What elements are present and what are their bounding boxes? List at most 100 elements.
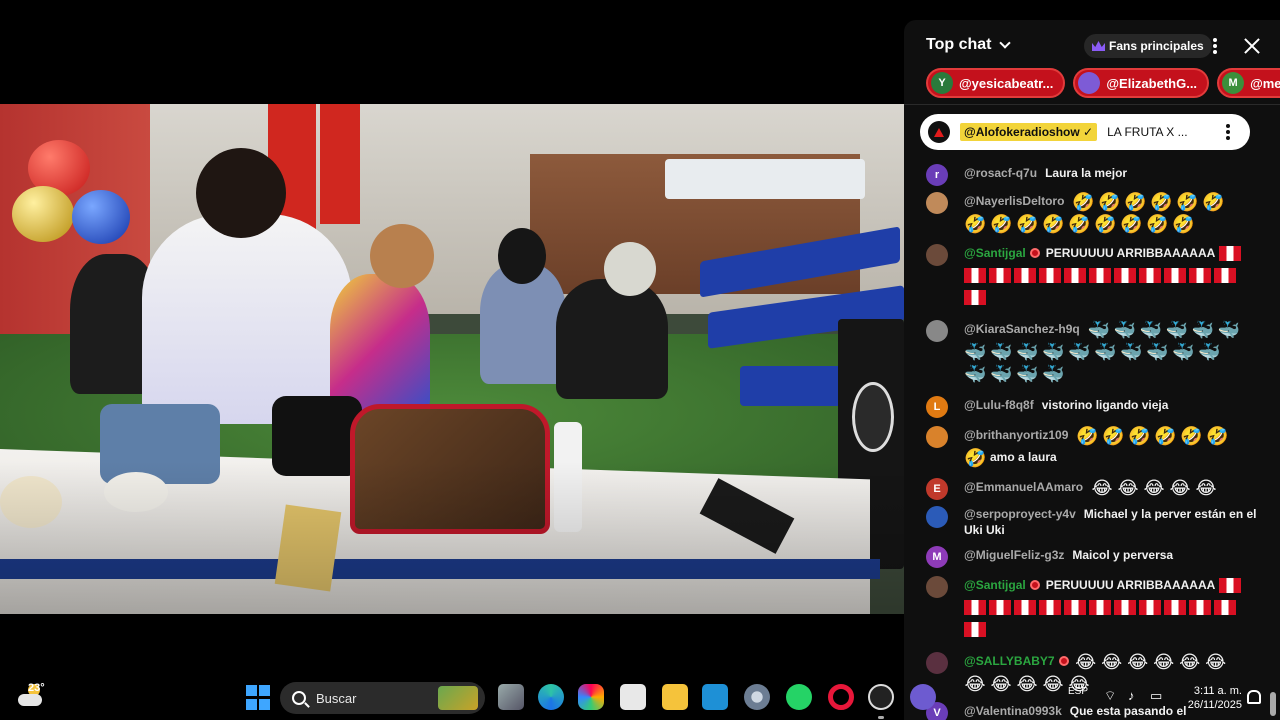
taskbar-search[interactable]: Buscar [280,682,485,714]
grinning-emoji-icon: 😂 [1153,651,1175,672]
store-icon[interactable] [620,684,646,710]
avatar: M [1222,72,1245,94]
avatar: E [926,478,948,500]
video-player[interactable] [0,104,904,614]
blue-emoji-icon: 🐳 [1172,341,1195,362]
rofl-emoji-icon: 🤣 [964,213,987,234]
battery-icon[interactable]: ▭ [1150,688,1162,704]
blue-emoji-icon: 🐳 [1191,319,1215,340]
peru-flag-icon [1164,600,1186,616]
message-text: PERUUUUU ARRIBBAAAAAA [1045,246,1216,260]
blue-emoji-icon: 🐳 [1198,341,1221,362]
top-fans-button[interactable]: Fans principales [1084,34,1212,58]
blue-emoji-icon: 🐳 [990,363,1013,384]
rofl-emoji-icon: 🤣 [1150,191,1173,212]
notification-bell-icon[interactable] [1247,690,1261,704]
message-author[interactable]: @SALLYBABY7 [964,654,1055,668]
file-explorer-icon[interactable] [662,684,688,710]
obs-icon[interactable] [868,684,894,710]
blue-emoji-icon: 🐳 [964,363,987,384]
settings-gear-icon[interactable] [744,684,770,710]
peru-flag-icon [1218,578,1241,594]
message-author[interactable]: @Santijgal [964,246,1026,260]
message-author[interactable]: @Lulu-f8q8f [964,398,1034,412]
grinning-emoji-icon: 😂 [1117,477,1139,498]
blue-emoji-icon: 🐳 [1139,319,1163,340]
copilot-icon[interactable] [578,684,604,710]
cloud-icon [18,694,42,706]
more-options-icon[interactable] [1213,38,1217,54]
peru-flag-icon [1039,268,1061,284]
message-author[interactable]: @EmmanuelAAmaro [964,480,1083,494]
message-author[interactable]: @KiaraSanchez-h9q [964,322,1080,336]
task-view-icon[interactable] [498,684,524,710]
member-badge-icon [1058,656,1069,666]
chat-mode-dropdown[interactable]: Top chat [926,36,1012,54]
ticker-name: @yesicabeatr... [959,75,1054,91]
message-author[interactable]: @NayerlisDeltoro [964,194,1064,208]
rofl-emoji-icon: 🤣 [1016,213,1039,234]
volume-icon[interactable]: ♪ [1128,688,1135,703]
member-badge-icon [1029,580,1040,590]
live-chat-panel: Top chat Fans principales Y @yesicabeatr… [904,20,1280,720]
rofl-emoji-icon: 🤣 [1102,425,1125,446]
peru-flag-icon [989,600,1011,616]
message-author[interactable]: @serpoproyect-y4v [964,507,1076,521]
ticker-item[interactable]: Y @yesicabeatr... [926,68,1066,98]
message-author[interactable]: @MiguelFeliz-g3z [964,548,1064,562]
pinned-message[interactable]: @Alofokeradioshow ✓ LA FRUTA X ... [920,114,1250,150]
opera-icon[interactable] [828,684,854,710]
close-icon[interactable] [1242,36,1262,56]
channel-avatar [928,121,950,143]
blue-emoji-icon: 🐳 [1042,363,1065,384]
windows-start-icon[interactable] [246,685,272,711]
system-clock[interactable]: 3:11 a. m. 26/11/2025 [1178,684,1242,712]
peru-flag-icon [964,290,986,306]
screen: Top chat Fans principales Y @yesicabeatr… [0,0,1280,720]
ticker-item[interactable]: @ElizabethG... [1073,68,1210,98]
header-divider [904,104,1280,105]
peru-flag-icon [1189,600,1211,616]
language-indicator[interactable]: ESP [1068,686,1088,697]
pinned-more-icon[interactable] [1226,124,1230,140]
whatsapp-icon[interactable] [786,684,812,710]
discord-icon[interactable] [910,684,936,710]
rofl-emoji-icon: 🤣 [1154,425,1177,446]
avatar [926,192,948,214]
blue-emoji-icon: 🐳 [964,341,987,362]
grinning-emoji-icon: 😂 [1195,477,1217,498]
rofl-emoji-icon: 🤣 [1098,191,1121,212]
peru-flag-icon [1189,268,1211,284]
rofl-emoji-icon: 🤣 [990,213,1013,234]
rofl-emoji-icon: 🤣 [1202,191,1225,212]
grinning-emoji-icon: 😂 [1205,651,1227,672]
peru-flag-icon [964,600,986,616]
member-badge-icon [1029,248,1040,258]
chevron-down-icon [999,37,1012,49]
wifi-icon[interactable]: ⌔ [1104,688,1116,704]
peru-flag-icon [989,268,1011,284]
message-author[interactable]: @brithanyortiz109 [964,428,1068,442]
search-label: Buscar [316,690,357,706]
app-icon[interactable] [702,684,728,710]
rofl-emoji-icon: 🤣 [1068,213,1091,234]
blue-emoji-icon: 🐳 [1042,341,1065,362]
pinned-author: @Alofokeradioshow ✓ [960,123,1098,141]
edge-icon[interactable] [538,684,564,710]
message-author[interactable]: @rosacf-q7u [964,166,1037,180]
peru-flag-icon [1064,600,1086,616]
peru-flag-icon [1114,268,1136,284]
grinning-emoji-icon: 😂 [1179,651,1201,672]
peru-flag-icon [1014,268,1036,284]
peru-flag-icon [964,268,986,284]
top-fans-label: Fans principales [1109,39,1204,53]
avatar [926,506,948,528]
blue-emoji-icon: 🐳 [1146,341,1169,362]
peru-flag-icon [1139,600,1161,616]
search-highlight-icon [438,686,478,710]
message-author[interactable]: @Santijgal [964,578,1026,592]
ticker-item[interactable]: M @melis [1217,68,1280,98]
clock-time: 3:11 a. m. [1193,685,1242,697]
rofl-emoji-icon: 🤣 [1124,191,1147,212]
avatar: r [926,164,948,186]
